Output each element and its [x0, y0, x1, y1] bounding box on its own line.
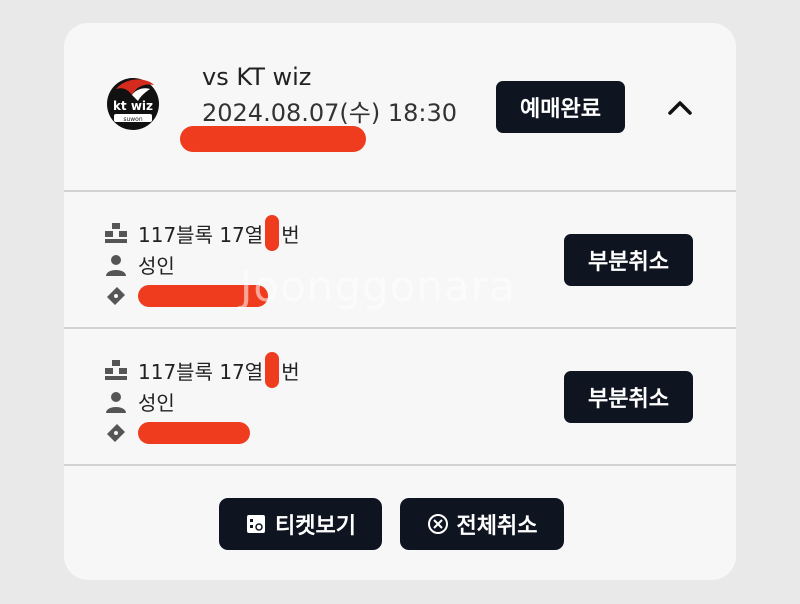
- audience-row: 성인: [104, 250, 175, 279]
- view-ticket-label: 티켓보기: [275, 514, 356, 539]
- cancel-circle-icon: [427, 513, 449, 535]
- cancel-all-label: 전체취소: [456, 514, 538, 539]
- ticket-item: 117블록 17열 번 성인 부분취소: [64, 192, 736, 327]
- ticket-icon: [104, 421, 128, 445]
- reservation-card: kt wiz suwon vs KT wiz 2024.08.07(수) 18:…: [64, 23, 736, 580]
- partial-cancel-button[interactable]: 부분취소: [564, 234, 693, 286]
- chevron-up-icon[interactable]: [662, 89, 698, 125]
- person-icon: [104, 253, 128, 277]
- redaction-mark: [138, 285, 268, 307]
- seat-icon: [104, 358, 128, 382]
- ticket-code-row: [104, 421, 250, 445]
- seat-row: 117블록 17열 번: [104, 215, 300, 251]
- seat-icon: [104, 221, 128, 245]
- match-datetime: 2024.08.07(수) 18:30: [202, 99, 458, 127]
- audience-row: 성인: [104, 387, 175, 416]
- seat-number-suffix: 번: [281, 359, 300, 384]
- match-title: vs KT wiz: [202, 63, 312, 91]
- seat-row: 117블록 17열 번: [104, 352, 300, 388]
- kt-wiz-logo: kt wiz suwon: [102, 71, 164, 133]
- redaction-mark: [265, 215, 280, 251]
- logo-text: kt wiz: [113, 99, 153, 113]
- redaction-mark: [138, 422, 250, 444]
- redaction-mark: [180, 126, 366, 152]
- audience-label: 성인: [138, 391, 175, 415]
- ticket-view-icon: [245, 513, 267, 535]
- seat-number-suffix: 번: [281, 222, 300, 247]
- redaction-mark: [265, 352, 280, 388]
- logo-subtext: suwon: [123, 116, 143, 123]
- divider: [64, 464, 736, 466]
- status-badge: 예매완료: [496, 81, 625, 133]
- seat-label: 117블록 17열: [138, 359, 264, 384]
- ticket-item: 117블록 17열 번 성인 부분취소: [64, 329, 736, 464]
- ticket-icon: [104, 284, 128, 308]
- person-icon: [104, 390, 128, 414]
- seat-label: 117블록 17열: [138, 222, 264, 247]
- ticket-code-row: [104, 284, 268, 308]
- cancel-all-button[interactable]: 전체취소: [400, 498, 564, 550]
- audience-label: 성인: [138, 254, 175, 278]
- partial-cancel-button[interactable]: 부분취소: [564, 371, 693, 423]
- view-ticket-button[interactable]: 티켓보기: [219, 498, 382, 550]
- reservation-header[interactable]: kt wiz suwon vs KT wiz 2024.08.07(수) 18:…: [64, 23, 736, 191]
